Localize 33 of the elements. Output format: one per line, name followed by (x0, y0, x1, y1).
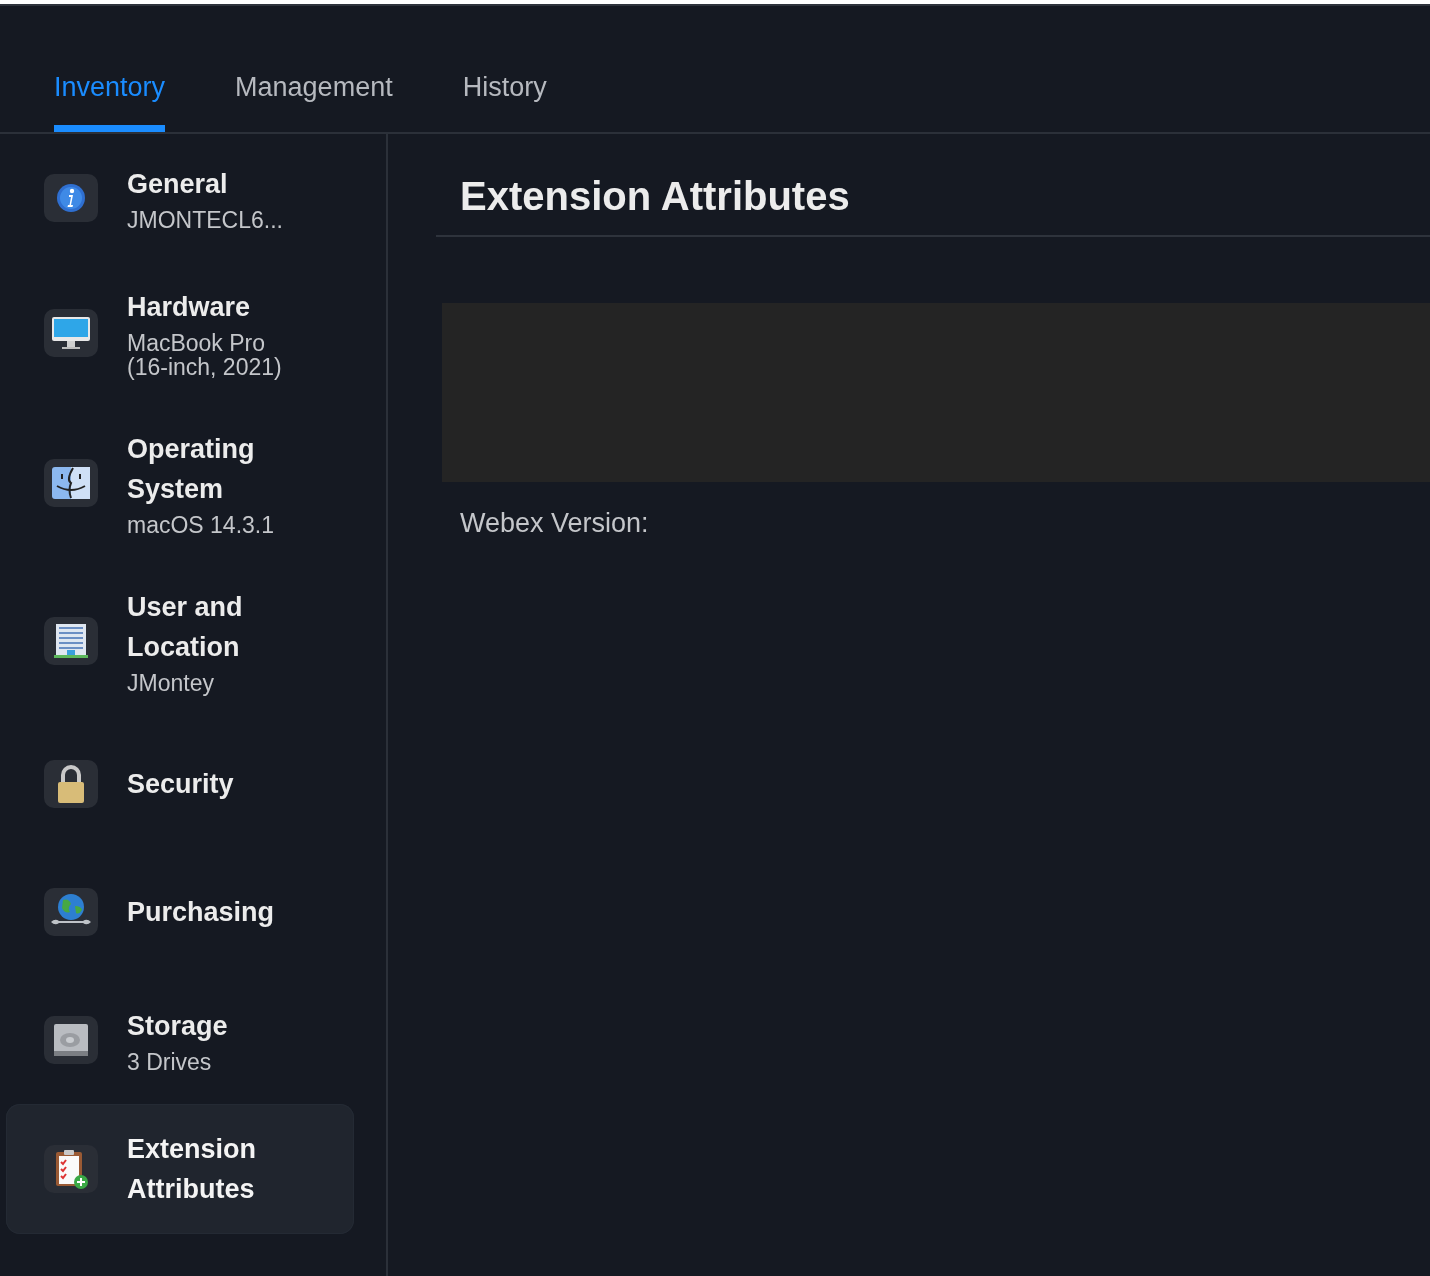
monitor-icon (51, 315, 91, 351)
item-title: Purchasing (127, 896, 276, 929)
sidebar-item[interactable]: User and Location JMontey (6, 562, 354, 720)
item-subtitle: JMONTECL6... (127, 208, 284, 232)
item-title: General (127, 168, 229, 201)
item-subtitle: 3 Drives (127, 1050, 213, 1074)
face-icon (51, 466, 91, 500)
item-subtitle: macOS 14.3.1 (127, 513, 276, 537)
tab[interactable]: Inventory (54, 6, 166, 132)
info-icon (56, 183, 86, 213)
tab[interactable]: Management (235, 6, 393, 132)
item-title: Security (127, 768, 235, 801)
item-title: Hardware (127, 291, 252, 324)
item-subtitle: JMontey (127, 671, 215, 695)
building-icon (52, 622, 90, 660)
sidebar-item[interactable]: Security (6, 720, 354, 848)
tab[interactable]: History (462, 6, 547, 132)
item-title: Operating System (127, 433, 256, 506)
clipboard-icon (53, 1148, 89, 1190)
field-label: Webex Version: (460, 508, 650, 539)
item-title: Storage (127, 1010, 229, 1043)
item-title: User and Location (127, 591, 244, 664)
sidebar-item[interactable]: Extension Attributes (6, 1104, 354, 1234)
section-title: Extension Attributes (460, 174, 851, 219)
sidebar-item[interactable]: Hardware MacBook Pro (16-inch, 2021) (6, 262, 354, 404)
sidebar-item[interactable]: Storage 3 Drives (6, 976, 354, 1104)
sidebar-item[interactable]: Operating System macOS 14.3.1 (6, 404, 354, 562)
sidebar-item[interactable]: General JMONTECL6... (6, 134, 354, 262)
item-subtitle: MacBook Pro (16-inch, 2021) (127, 331, 283, 379)
item-title: Extension Attributes (127, 1133, 258, 1206)
padlock-icon (56, 764, 86, 804)
sidebar-item[interactable]: Purchasing (6, 848, 354, 976)
hard-drive-icon (52, 1021, 90, 1059)
